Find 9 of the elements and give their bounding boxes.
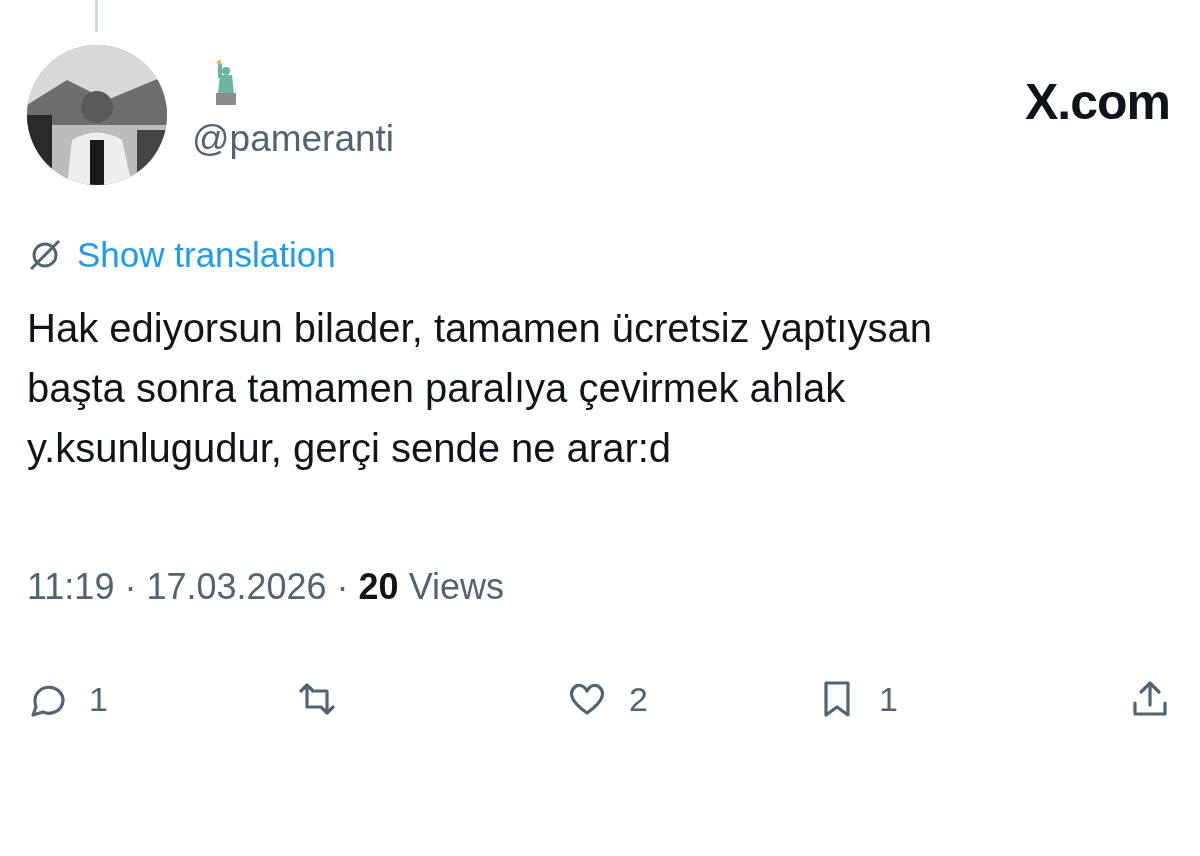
bookmark-button[interactable]: 1 xyxy=(817,673,898,725)
user-handle[interactable]: @pameranti xyxy=(192,111,395,167)
share-button[interactable] xyxy=(1130,679,1170,719)
share-icon xyxy=(1130,679,1170,719)
reply-button[interactable]: 1 xyxy=(27,673,108,725)
tweet-text: Hak ediyorsun bilader, tamamen ücretsiz yaptıysan başta sonra tamamen paralıya çevirmek ahlak y.ksunlugudur, gerçi sende ne arar:d xyxy=(27,304,933,472)
tweet-meta: 11:19 · 17.03.2026 · 20 Views xyxy=(27,564,505,609)
like-button[interactable]: 2 xyxy=(567,673,648,725)
source-label: X.com xyxy=(1024,73,1170,132)
